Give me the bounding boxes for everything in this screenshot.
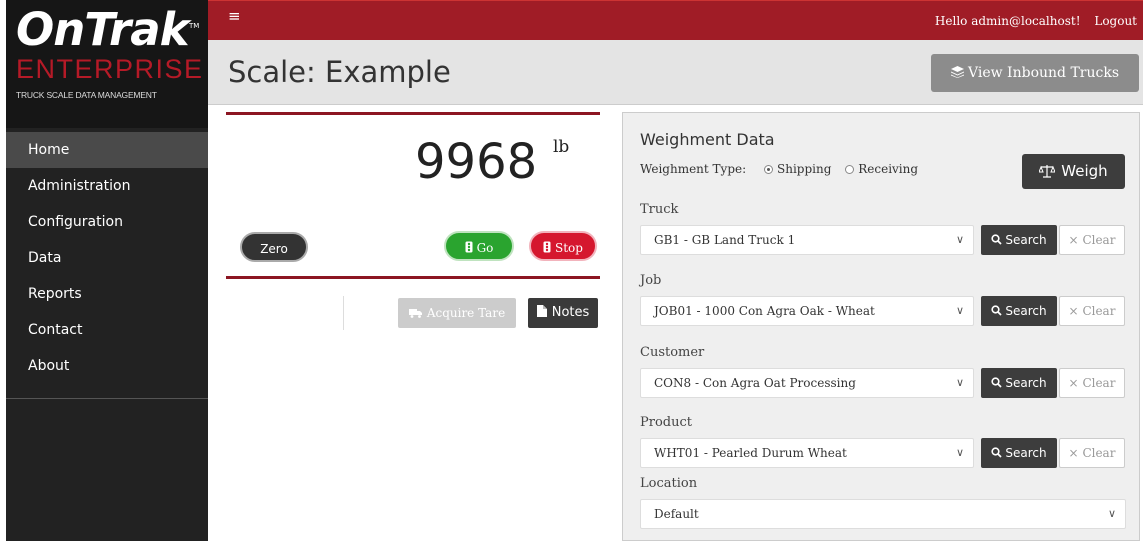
- product-search-button[interactable]: Search: [981, 438, 1057, 468]
- job-value: JOB01 - 1000 Con Agra Oak - Wheat: [654, 304, 875, 318]
- job-search-button[interactable]: Search: [981, 296, 1057, 326]
- acquire-tare-button[interactable]: Acquire Tare: [398, 298, 516, 328]
- file-icon: [536, 305, 547, 317]
- close-icon: ×: [1068, 233, 1079, 247]
- shipping-radio-label[interactable]: Shipping: [777, 162, 831, 176]
- weighment-type-label: Weighment Type:: [640, 162, 747, 176]
- sidebar-item-administration[interactable]: Administration: [6, 168, 208, 204]
- logout-link[interactable]: Logout: [1094, 14, 1137, 28]
- scale-unit: lb: [553, 137, 570, 157]
- customer-clear-button[interactable]: × Clear: [1059, 368, 1125, 398]
- location-select[interactable]: Default ∨: [640, 499, 1126, 529]
- job-search-label: Search: [1005, 304, 1047, 318]
- stop-label: Stop: [555, 241, 583, 255]
- job-select[interactable]: JOB01 - 1000 Con Agra Oak - Wheat ∨: [640, 296, 974, 326]
- layers-icon: [951, 66, 964, 78]
- sidebar-nav: Home Administration Configuration Data R…: [6, 132, 208, 399]
- go-button[interactable]: Go: [444, 231, 514, 261]
- customer-label: Customer: [640, 345, 705, 360]
- customer-clear-label: Clear: [1082, 376, 1116, 390]
- zero-button[interactable]: Zero: [240, 232, 308, 262]
- scale-top-rule: [226, 112, 600, 115]
- sidebar-item-data[interactable]: Data: [6, 240, 208, 276]
- close-icon: ×: [1068, 376, 1079, 390]
- sidebar-item-reports[interactable]: Reports: [6, 276, 208, 312]
- logo-tagline: TRUCK SCALE DATA MANAGEMENT: [16, 90, 157, 100]
- chevron-down-icon: ∨: [955, 304, 964, 317]
- search-icon: [991, 447, 1003, 458]
- balance-scale-icon: [1038, 165, 1057, 178]
- job-clear-label: Clear: [1082, 304, 1116, 318]
- weighment-title: Weighment Data: [640, 130, 775, 149]
- product-select[interactable]: WHT01 - Pearled Durum Wheat ∨: [640, 438, 974, 468]
- sidebar-divider: [6, 398, 208, 399]
- receiving-radio-label[interactable]: Receiving: [858, 162, 918, 176]
- logo-enterprise: ENTERPRISE: [16, 54, 204, 84]
- search-icon: [991, 377, 1003, 388]
- product-value: WHT01 - Pearled Durum Wheat: [654, 446, 847, 460]
- chevron-down-icon: ∨: [955, 446, 964, 459]
- search-icon: [991, 305, 1003, 316]
- shipping-radio[interactable]: [764, 165, 773, 174]
- customer-select[interactable]: CON8 - Con Agra Oat Processing ∨: [640, 368, 974, 398]
- traffic-light-icon: [465, 241, 473, 253]
- scale-divider: [343, 296, 344, 330]
- go-label: Go: [476, 241, 494, 255]
- weighment-type-group: Weighment Type: Shipping Receiving: [640, 162, 918, 176]
- scale-bottom-rule: [226, 276, 600, 279]
- truck-icon: [408, 309, 422, 318]
- sidebar-item-contact[interactable]: Contact: [6, 312, 208, 348]
- job-label: Job: [640, 273, 662, 288]
- truck-clear-label: Clear: [1082, 233, 1116, 247]
- sidebar-item-home[interactable]: Home: [6, 132, 208, 168]
- search-icon: [991, 234, 1003, 245]
- scale-weight: 9968: [415, 134, 538, 190]
- product-clear-button[interactable]: × Clear: [1059, 438, 1125, 468]
- customer-value: CON8 - Con Agra Oat Processing: [654, 376, 856, 390]
- sidebar-item-configuration[interactable]: Configuration: [6, 204, 208, 240]
- truck-search-label: Search: [1005, 233, 1047, 247]
- location-value: Default: [654, 507, 699, 521]
- hamburger-menu-icon[interactable]: ≡: [228, 7, 241, 25]
- truck-label: Truck: [640, 202, 679, 217]
- customer-search-label: Search: [1005, 376, 1047, 390]
- sidebar-item-about[interactable]: About: [6, 348, 208, 384]
- close-icon: ×: [1068, 304, 1079, 318]
- location-label: Location: [640, 476, 698, 491]
- product-label: Product: [640, 415, 692, 430]
- page-header: Scale: Example View Inbound Trucks: [208, 40, 1143, 105]
- notes-label: Notes: [551, 305, 590, 320]
- notes-button[interactable]: Notes: [528, 298, 598, 328]
- logo-trademark: TM: [189, 22, 200, 30]
- acquire-tare-label: Acquire Tare: [426, 306, 506, 320]
- customer-search-button[interactable]: Search: [981, 368, 1057, 398]
- chevron-down-icon: ∨: [955, 376, 964, 389]
- product-search-label: Search: [1005, 446, 1047, 460]
- page-title: Scale: Example: [228, 55, 451, 89]
- receiving-radio[interactable]: [845, 165, 855, 174]
- product-clear-label: Clear: [1082, 446, 1116, 460]
- logo[interactable]: OnTrak TM ENTERPRISE TRUCK SCALE DATA MA…: [6, 0, 208, 128]
- sidebar: OnTrak TM ENTERPRISE TRUCK SCALE DATA MA…: [6, 0, 208, 541]
- truck-select[interactable]: GB1 - GB Land Truck 1 ∨: [640, 225, 974, 255]
- view-inbound-trucks-button[interactable]: View Inbound Trucks: [931, 54, 1139, 92]
- user-area: Hello admin@localhost! Logout: [925, 14, 1137, 28]
- chevron-down-icon: ∨: [1107, 507, 1116, 520]
- logo-wordmark: OnTrak: [16, 3, 190, 56]
- weighment-panel: Weighment Data Weighment Type: Shipping …: [622, 112, 1140, 541]
- weigh-button[interactable]: Weigh: [1022, 154, 1125, 189]
- truck-clear-button[interactable]: × Clear: [1059, 225, 1125, 255]
- close-icon: ×: [1068, 446, 1079, 460]
- view-inbound-trucks-label: View Inbound Trucks: [968, 65, 1119, 81]
- weigh-label: Weigh: [1061, 162, 1108, 180]
- job-clear-button[interactable]: × Clear: [1059, 296, 1125, 326]
- traffic-light-icon: [543, 241, 551, 253]
- truck-value: GB1 - GB Land Truck 1: [654, 233, 796, 247]
- chevron-down-icon: ∨: [955, 233, 964, 246]
- truck-search-button[interactable]: Search: [981, 225, 1057, 255]
- top-bar: ≡ Hello admin@localhost! Logout: [208, 0, 1143, 40]
- user-greeting: Hello admin@localhost!: [934, 14, 1081, 28]
- stop-button[interactable]: Stop: [529, 231, 597, 261]
